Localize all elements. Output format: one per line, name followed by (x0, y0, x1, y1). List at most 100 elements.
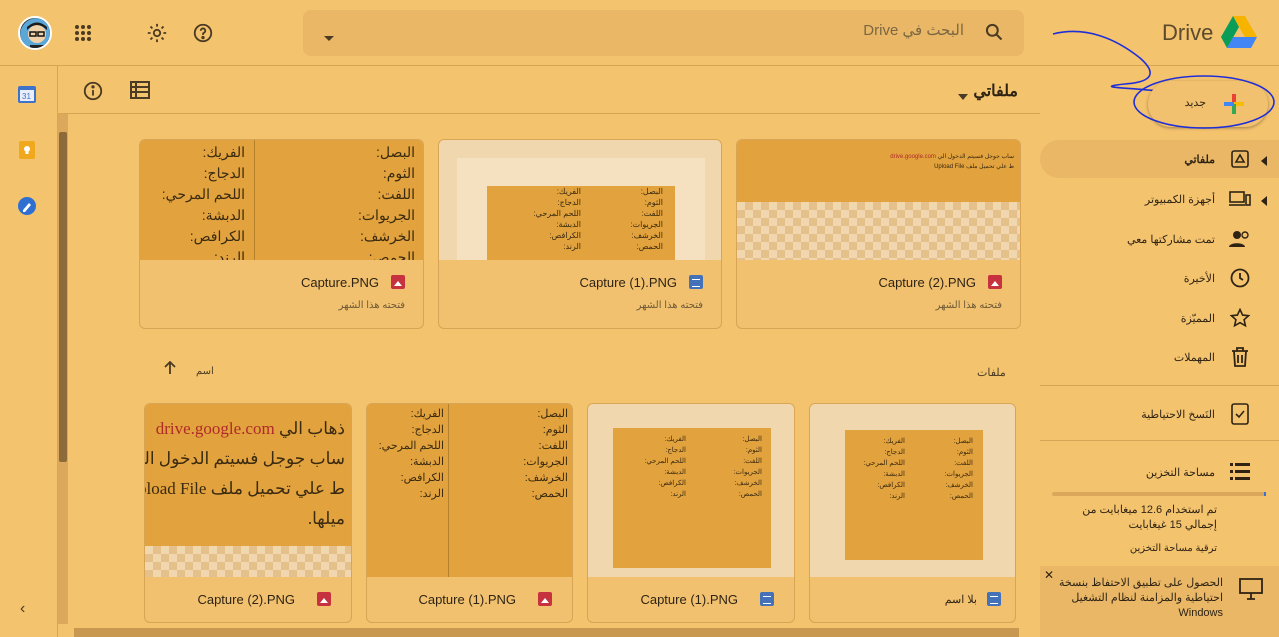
calendar-icon[interactable]: 31 (17, 84, 41, 108)
file-card[interactable]: البصل: الثوم: اللفت: الجريوات: الخرشف: ا… (366, 403, 573, 623)
file-card[interactable]: البصل: الثوم: اللفت: الجريوات: الخرشف: ا… (587, 403, 795, 623)
search-icon[interactable] (984, 22, 1004, 47)
storage-usage-bar (1052, 492, 1266, 496)
thumb-text-line: ذهاب الي (278, 419, 345, 438)
tasks-icon[interactable] (17, 196, 41, 220)
image-file-icon (988, 275, 1002, 289)
quick-access-card[interactable]: البصل: الثوم: اللفت: الجريوات: الخرشف: ا… (139, 139, 424, 329)
file-name: Capture (1).PNG (640, 592, 738, 607)
sidebar-item-label: مساحة التخزين (1145, 466, 1215, 479)
thumb-text-block: الفريك: الدجاج: اللحم المرحي: الدبشة: ال… (863, 438, 905, 500)
thumb-text-block: البصل: الثوم: اللفت: الجريوات: الخرشف: ا… (733, 436, 762, 498)
image-file-icon (317, 592, 331, 606)
thumb-text-line: ساب جوجل فسيتم الدخول الي (145, 449, 345, 468)
doc-file-icon (987, 592, 1001, 606)
expand-arrow-icon[interactable] (1261, 153, 1267, 171)
file-subtitle: فتحته هذا الشهر (636, 300, 703, 311)
search-options-icon[interactable] (323, 30, 335, 48)
drive-logo-icon[interactable] (1221, 16, 1257, 53)
search-bar[interactable] (303, 10, 1024, 56)
upgrade-storage-link[interactable]: ترقية مساحة التخزين (1052, 543, 1217, 554)
sidebar-item-trash[interactable]: المهملات (1040, 338, 1279, 376)
avatar[interactable] (18, 16, 52, 50)
help-icon[interactable] (188, 18, 218, 48)
file-subtitle: فتحته هذا الشهر (935, 300, 1002, 311)
my-files-dropdown-icon[interactable] (958, 87, 968, 105)
sort-by-name-label[interactable]: اسم (196, 366, 214, 377)
thumb-text-block: البصل: الثوم: اللفت: الجريوات: الخرشف: ا… (944, 438, 973, 500)
storage-usage-text: تم استخدام 12.6 ميغابايت من إجمالي 15 غي… (1082, 504, 1217, 531)
sort-ascending-arrow-icon[interactable] (163, 360, 177, 379)
sidebar-item-recent[interactable]: الأخيرة (1040, 259, 1279, 297)
sidebar-item-shared[interactable]: تمت مشاركتها معي (1040, 220, 1279, 258)
thumb-url: drive.google.com (890, 154, 936, 160)
thumb-text-block: الفريك: الدجاج: اللحم المرحي: الدبشة: ال… (378, 408, 444, 500)
info-icon[interactable] (82, 80, 104, 107)
file-thumbnail: البصل: الثوم: اللفت: الجريوات: الخرشف: ا… (439, 140, 721, 260)
backup-icon (1229, 403, 1251, 425)
app-name: Drive (1162, 20, 1214, 45)
scroll-left-chevron-icon[interactable]: ‹ (20, 600, 25, 618)
list-view-icon[interactable] (130, 81, 150, 104)
doc-file-icon (689, 275, 703, 289)
files-section-label: ملفات (977, 367, 1006, 379)
svg-text:31: 31 (22, 92, 31, 101)
thumb-text-block: البصل: الثوم: اللفت: الجريوات: الخرشف: ا… (357, 144, 415, 260)
star-icon (1229, 307, 1251, 329)
sidebar-item-my-files[interactable]: ملفاتي (1040, 140, 1279, 178)
gear-icon[interactable] (142, 18, 172, 48)
file-thumbnail: البصل: الثوم: اللفت: الجريوات: الخرشف: ا… (140, 140, 423, 260)
thumb-text-line: ط علي تحميل ملف Upload File (934, 164, 1014, 170)
sidebar-item-label: النَسخ الاحتياطية (1141, 408, 1215, 421)
sidebar-divider (1040, 385, 1279, 386)
sidebar-item-label: تمت مشاركتها معي (1126, 233, 1215, 246)
thumb-text-line: ط علي تحميل ملف Upload File (145, 479, 345, 498)
file-thumbnail: البصل: الثوم: اللفت: الجريوات: الخرشف: ا… (810, 404, 1015, 577)
keep-icon[interactable] (17, 140, 41, 164)
file-name: Capture (1).PNG (418, 592, 516, 607)
sidebar-item-storage[interactable]: مساحة التخزين (1040, 453, 1279, 491)
search-input[interactable] (404, 22, 964, 39)
quick-access-card[interactable]: ساب جوجل فسيتم الدخول الي drive.google.c… (736, 139, 1021, 329)
file-card[interactable]: البصل: الثوم: اللفت: الجريوات: الخرشف: ا… (809, 403, 1016, 623)
file-name: بلا اسم (944, 594, 977, 606)
file-thumbnail: ذهاب الي drive.google.com ساب جوجل فسيتم… (145, 404, 351, 577)
annotation-circle (1133, 75, 1275, 129)
file-subtitle: فتحته هذا الشهر (338, 300, 405, 311)
scrollbar-thumb[interactable] (59, 132, 67, 462)
storage-usage-fill (1264, 492, 1266, 496)
thumb-text-block: البصل: الثوم: اللفت: الجريوات: الخرشف: ا… (523, 408, 568, 500)
sidebar-item-starred[interactable]: المميّزة (1040, 299, 1279, 337)
file-card[interactable]: ذهاب الي drive.google.com ساب جوجل فسيتم… (144, 403, 352, 623)
sidebar-item-computers[interactable]: أجهزة الكمبيوتر (1040, 180, 1279, 218)
sidebar-item-label: أجهزة الكمبيوتر (1144, 193, 1215, 206)
thumb-text-line: ساب جوجل فسيتم الدخول الي (937, 154, 1014, 160)
drive-icon (1229, 148, 1251, 170)
file-name: Capture (2).PNG (878, 275, 976, 290)
page-title[interactable]: ملفاتي (973, 81, 1018, 101)
thumb-text-block: الفريك: الدجاج: اللحم المرحي: الدبشة: ال… (533, 187, 581, 251)
sidebar-item-label: ملفاتي (1184, 153, 1215, 166)
clock-icon (1229, 267, 1251, 289)
top-header: Drive (0, 0, 1279, 93)
file-name: Capture (1).PNG (579, 275, 677, 290)
thumb-text-block: البصل: الثوم: اللفت: الجريوات: الخرشف: ا… (630, 187, 663, 251)
sidebar-item-backups[interactable]: النَسخ الاحتياطية (1040, 395, 1279, 433)
monitor-icon (1239, 578, 1263, 605)
expand-arrow-icon[interactable] (1261, 193, 1267, 211)
computer-icon (1229, 188, 1251, 210)
content-toolbar: ملفاتي (58, 66, 1040, 114)
sidebar-item-label: المميّزة (1180, 312, 1215, 325)
file-name: Capture.PNG (300, 275, 379, 290)
quick-access-card[interactable]: البصل: الثوم: اللفت: الجريوات: الخرشف: ا… (438, 139, 722, 329)
doc-file-icon (760, 592, 774, 606)
trash-icon (1229, 346, 1251, 368)
backup-promo[interactable]: ✕ الحصول على تطبيق الاحتفاظ بنسخة احتياط… (1040, 566, 1279, 637)
apps-grid-icon[interactable] (68, 18, 98, 48)
people-icon (1229, 228, 1251, 250)
horizontal-scrollbar[interactable] (74, 628, 1019, 637)
file-thumbnail: البصل: الثوم: اللفت: الجريوات: الخرشف: ا… (588, 404, 794, 577)
thumb-text-block: الفريك: الدجاج: اللحم المرحي: الدبشة: ال… (161, 144, 245, 260)
thumb-url: drive.google.com (155, 419, 275, 438)
backup-promo-text: الحصول على تطبيق الاحتفاظ بنسخة احتياطية… (1059, 577, 1223, 619)
